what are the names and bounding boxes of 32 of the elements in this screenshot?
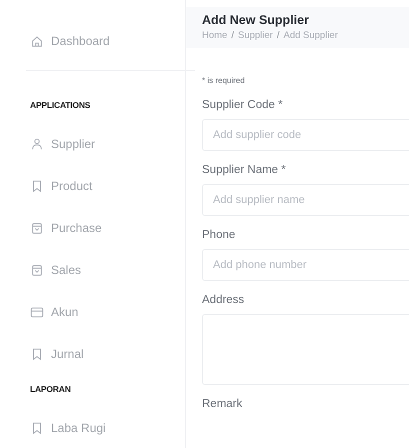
bag-icon — [30, 263, 44, 277]
sidebar-item[interactable]: Laba Rugi — [30, 407, 185, 448]
bookmark-icon — [30, 179, 44, 193]
bookmark-icon — [30, 421, 44, 435]
sidebar-item[interactable]: Akun — [30, 291, 185, 333]
field-label: Supplier Code * — [202, 99, 284, 111]
sidebar-item[interactable]: Jurnal — [30, 333, 185, 375]
sidebar-item[interactable]: Purchase — [30, 207, 185, 249]
field-label: Address — [202, 294, 246, 306]
breadcrumb-link[interactable]: Home — [202, 30, 228, 41]
user-icon — [30, 137, 44, 151]
sidebar-item[interactable]: Supplier — [30, 123, 185, 165]
sidebar-item[interactable]: Dashboard — [30, 20, 185, 62]
section-heading: LAPORAN — [30, 383, 72, 396]
home-icon — [30, 34, 44, 48]
page-title: Add New Supplier — [202, 13, 310, 27]
sidebar-item[interactable]: Product — [30, 165, 185, 207]
input-field[interactable]: Add phone number — [202, 249, 409, 281]
bookmark-icon — [30, 347, 44, 361]
breadcrumb-link[interactable]: Supplier — [238, 30, 273, 41]
input-field[interactable]: Add supplier code — [202, 119, 409, 151]
field-label: Supplier Name * — [202, 164, 287, 176]
sidebar-item[interactable]: Sales — [30, 249, 185, 291]
field-label: Phone — [202, 229, 236, 241]
bag-icon — [30, 221, 44, 235]
section-heading: APPLICATIONS — [30, 99, 92, 112]
card-icon — [30, 305, 44, 319]
input-field[interactable]: Add supplier name — [202, 184, 409, 216]
required-note: * is required — [202, 76, 245, 85]
breadcrumb-separator: / — [276, 30, 280, 41]
breadcrumb-separator: / — [231, 30, 234, 41]
field-label: Remark — [202, 398, 244, 410]
